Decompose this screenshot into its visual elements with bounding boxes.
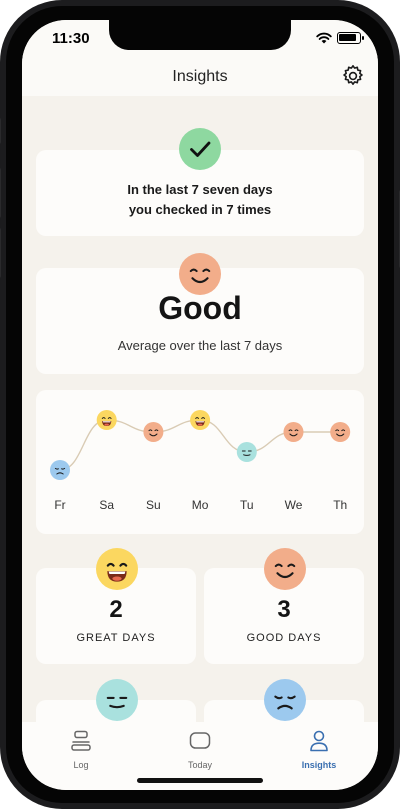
okay-mood-face-icon <box>96 679 138 721</box>
log-stack-icon <box>71 730 91 751</box>
great-days-count: 2 <box>109 596 123 623</box>
mood-point-sa <box>96 410 117 430</box>
tab-insights[interactable]: Insights <box>279 728 359 770</box>
x-tick-label: Tu <box>240 498 254 512</box>
mood-point-th <box>330 422 351 442</box>
silent-switch <box>0 118 1 144</box>
x-tick-label: Th <box>333 498 347 512</box>
good-days-count: 3 <box>277 596 291 623</box>
tab-log-label: Log <box>73 760 89 770</box>
tab-today-label: Today <box>187 760 213 770</box>
average-mood-value: Good <box>158 290 242 326</box>
gear-icon[interactable] <box>341 64 365 88</box>
x-tick-label: Sa <box>99 498 114 512</box>
mood-point-mo <box>190 410 211 430</box>
great-mood-face-icon <box>96 548 138 590</box>
wifi-icon <box>316 32 332 44</box>
volume-up-button <box>0 168 1 218</box>
today-rounded-square-icon <box>189 732 211 749</box>
x-tick-label: We <box>285 498 303 512</box>
notch <box>109 20 291 50</box>
good-days-label: GOOD DAYS <box>246 632 322 644</box>
header: Insights <box>22 60 378 96</box>
checkin-line-2: you checked in 7 times <box>128 202 272 217</box>
checkin-line-1: In the last 7 seven days <box>127 182 273 197</box>
mood-point-fr <box>50 460 70 480</box>
average-mood-caption: Average over the last 7 days <box>117 338 283 353</box>
bad-mood-face-icon <box>264 679 306 721</box>
x-tick-label: Mo <box>192 498 209 512</box>
x-tick-label: Su <box>146 498 161 512</box>
mood-chart: Fr Sa Su Mo Tu We Th <box>50 410 351 512</box>
tab-log[interactable]: Log <box>41 728 121 770</box>
phone-frame: 11:30 Insights In the last 7 seven days … <box>0 0 400 809</box>
page-title: Insights <box>172 68 228 85</box>
good-mood-face-icon <box>264 548 306 590</box>
mood-point-su <box>143 422 164 442</box>
tab-today[interactable]: Today <box>160 728 240 770</box>
checkin-summary: In the last 7 seven days you checked in … <box>36 180 364 220</box>
check-icon <box>179 128 221 170</box>
great-days-label: GREAT DAYS <box>76 632 156 644</box>
mood-point-tu <box>236 442 257 462</box>
status-time: 11:30 <box>52 30 90 47</box>
battery-icon <box>337 32 364 44</box>
good-mood-face-icon <box>179 253 221 295</box>
tab-insights-label: Insights <box>301 760 337 770</box>
insights-scroll[interactable]: In the last 7 seven days you checked in … <box>22 96 378 722</box>
person-icon <box>310 730 328 752</box>
mood-chart-card: Fr Sa Su Mo Tu We Th <box>36 390 364 534</box>
screen: 11:30 Insights In the last 7 seven days … <box>22 20 378 790</box>
x-tick-label: Fr <box>54 498 65 512</box>
volume-down-button <box>0 228 1 278</box>
mood-point-we <box>283 422 304 442</box>
home-indicator <box>137 778 263 783</box>
